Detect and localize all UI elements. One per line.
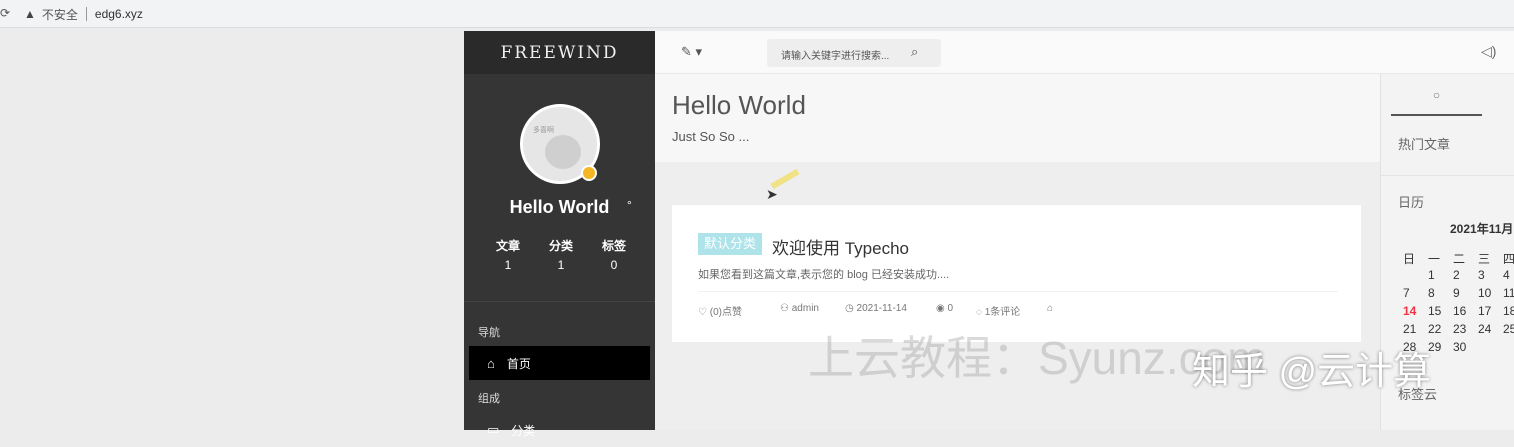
address-bar[interactable]: ▲ 不安全 edg6.xyz — [16, 3, 1514, 25]
calendar-day[interactable]: 4 — [1503, 268, 1514, 284]
clock-icon: ◷ — [845, 303, 857, 314]
stat-categories[interactable]: 分类 1 — [549, 237, 573, 272]
hot-posts-heading: 热门文章 — [1398, 137, 1451, 152]
sidebar-item-label: 分类 — [511, 423, 536, 438]
calendar-day[interactable]: 10 — [1478, 286, 1503, 302]
speaker-icon[interactable]: ◁) — [1481, 43, 1496, 60]
weekday-label: 二 — [1453, 252, 1466, 266]
user-icon: ⚇ — [780, 303, 792, 314]
stat-value: 1 — [557, 258, 565, 272]
mouse-cursor-icon: ➤ — [766, 186, 778, 202]
sidebar: FREEWIND 多喜啊 Hello World ° 文章 1 分类 1 标签 … — [464, 31, 655, 438]
calendar-day[interactable]: 3 — [1478, 268, 1503, 284]
stat-label: 标签 — [601, 239, 626, 253]
verified-badge-icon — [581, 165, 597, 181]
post-date: ◷ 2021-11-14 — [845, 303, 907, 314]
reload-icon[interactable]: ⟳ — [0, 6, 10, 20]
avatar[interactable]: 多喜啊 — [520, 104, 600, 184]
search-icon[interactable]: ⌕ — [911, 44, 918, 60]
post-excerpt: 如果您看到这篇文章,表示您的 blog 已经安装成功.... — [698, 269, 950, 281]
calendar-day[interactable]: 16 — [1453, 304, 1478, 320]
category-badge[interactable]: 默认分类 — [698, 233, 763, 255]
calendar-day[interactable]: 22 — [1428, 322, 1453, 338]
calendar-day[interactable]: 2 — [1453, 268, 1478, 284]
calendar-day[interactable]: 1 — [1428, 268, 1453, 284]
sidebar-item-home[interactable]: ⌂ 首页 — [469, 346, 650, 380]
stat-value: 0 — [610, 258, 618, 272]
weekday-label: 一 — [1428, 252, 1441, 266]
home-icon: ⌂ — [487, 355, 495, 371]
calendar-heading: 日历 — [1398, 195, 1425, 210]
weekday-label: 日 — [1403, 252, 1416, 266]
stat-label: 分类 — [548, 239, 573, 253]
avatar-face-icon — [545, 135, 581, 169]
url-text[interactable]: edg6.xyz — [95, 7, 143, 21]
page-subtitle: Just So So ... — [672, 129, 750, 144]
sidebar-item-label: 首页 — [506, 356, 531, 371]
author-link[interactable]: ⚇ admin — [780, 303, 819, 314]
stat-tags[interactable]: 标签 0 — [602, 237, 626, 272]
calendar-day[interactable]: 30 — [1453, 340, 1478, 356]
tag-icon[interactable]: ⌂ — [1047, 303, 1053, 314]
calendar-day — [1478, 340, 1503, 356]
calendar-title: 2021年11月 — [1450, 222, 1514, 236]
panel-divider — [1381, 175, 1514, 176]
post-divider — [698, 291, 1338, 292]
warning-icon[interactable]: ▲ — [24, 7, 36, 21]
sidebar-item-category[interactable]: ▭ 分类 — [469, 413, 650, 447]
profile-stats: 文章 1 分类 1 标签 0 — [496, 237, 626, 272]
comment-link[interactable]: ◌ 1条评论 — [976, 303, 1020, 318]
calendar-day[interactable]: 8 — [1428, 286, 1453, 302]
comments-text: 1条评论 — [984, 307, 1021, 318]
stat-label: 文章 — [496, 239, 521, 253]
calendar-day[interactable]: 7 — [1403, 286, 1428, 302]
calendar-day[interactable]: 24 — [1478, 322, 1503, 338]
calendar-day[interactable]: 15 — [1428, 304, 1453, 320]
calendar-day[interactable]: 18 — [1503, 304, 1514, 320]
like-button[interactable]: ♡ (0)点赞 — [698, 303, 742, 318]
edit-menu-icon[interactable]: ✎ ▾ — [681, 44, 702, 60]
calendar-day[interactable]: 25 — [1503, 322, 1514, 338]
avatar-label: 多喜啊 — [533, 127, 554, 134]
calendar-day[interactable]: 23 — [1453, 322, 1478, 338]
stat-value: 1 — [504, 258, 512, 272]
calendar-day[interactable]: 9 — [1453, 286, 1478, 302]
calendar-day[interactable]: 17 — [1478, 304, 1503, 320]
eye-icon: ◉ — [936, 303, 948, 314]
group-heading: 组成 — [478, 393, 500, 405]
heart-icon: ♡ — [698, 307, 710, 318]
address-divider — [85, 7, 87, 21]
weekday-label: 四 — [1503, 252, 1514, 266]
view-count: ◉ 0 — [936, 303, 953, 314]
calendar-day-today[interactable]: 14 — [1403, 304, 1428, 320]
page-title: Hello World — [672, 90, 806, 120]
site-logo[interactable]: FREEWIND — [464, 31, 655, 74]
weekday-label: 三 — [1478, 252, 1491, 266]
date-text: 2021-11-14 — [856, 303, 907, 314]
calendar-day — [1403, 268, 1428, 284]
stat-posts[interactable]: 文章 1 — [496, 237, 520, 272]
author-name: admin — [791, 303, 819, 314]
watermark-right: 知乎 @云计算 — [1192, 351, 1432, 393]
security-label[interactable]: 不安全 — [42, 6, 78, 23]
profile-status-icon: ° — [627, 198, 632, 212]
folder-icon: ▭ — [487, 422, 500, 437]
calendar-day[interactable]: 29 — [1428, 340, 1453, 356]
calendar-day[interactable]: 11 — [1503, 286, 1514, 302]
views-text: 0 — [947, 303, 954, 314]
post-title[interactable]: 欢迎使用 Typecho — [772, 234, 909, 259]
tab-recent[interactable]: ○ — [1391, 74, 1482, 116]
calendar-day[interactable]: 21 — [1403, 322, 1428, 338]
comment-icon: ◌ — [976, 307, 985, 318]
nav-heading: 导航 — [478, 327, 500, 339]
calendar-day — [1503, 340, 1514, 356]
page-header: Hello World Just So So ... — [655, 74, 1380, 162]
like-count: (0)点赞 — [709, 307, 742, 318]
browser-toolbar: ⟳ ▲ 不安全 edg6.xyz — [0, 0, 1514, 28]
sidebar-divider — [464, 301, 655, 302]
top-bar: ✎ ▾ 请输入关键字进行搜索... ⌕ ◁) — [655, 31, 1514, 74]
